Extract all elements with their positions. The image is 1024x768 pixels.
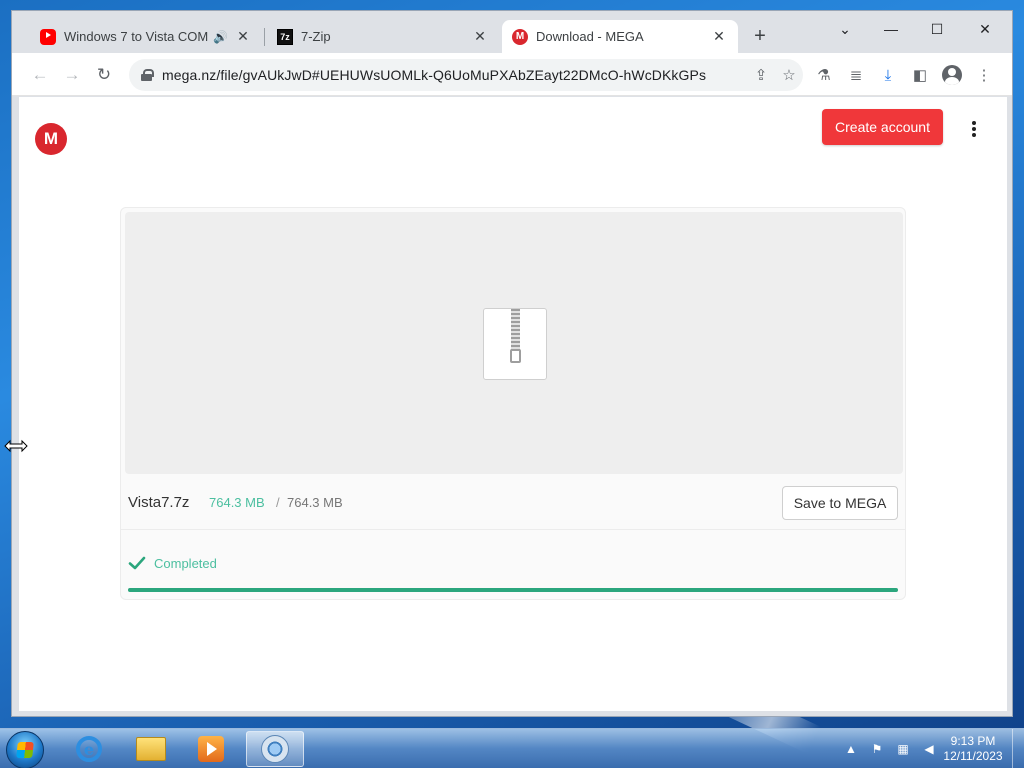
downloaded-size: 764.3 MB <box>209 495 265 510</box>
mega-icon: M <box>512 28 528 45</box>
tab-mega[interactable]: M Download - MEGA ✕ <box>502 20 738 53</box>
more-options-icon[interactable] <box>965 119 983 139</box>
tab-close-icon[interactable]: ✕ <box>471 28 489 46</box>
browser-window: Windows 7 to Vista COMPLETE 🔊 ✕ 7z 7-Zip… <box>11 10 1013 717</box>
windows-taskbar: e ▲ ⚑ ▦ ◀ 9:13 PM 12/11/2023 <box>0 728 1024 768</box>
download-icon[interactable]: ⤓ <box>876 63 900 87</box>
tab-close-icon[interactable]: ✕ <box>710 28 728 46</box>
maximize-button[interactable]: ☐ <box>914 15 960 43</box>
close-window-button[interactable]: ✕ <box>962 15 1008 43</box>
tab-title: 7-Zip <box>301 29 331 44</box>
taskbar-internet-explorer[interactable]: e <box>60 731 118 767</box>
clock-date: 12/11/2023 <box>943 749 1003 763</box>
media-controls-icon[interactable]: ≣ <box>844 63 868 87</box>
save-to-mega-button[interactable]: Save to MEGA <box>782 486 898 520</box>
total-size: 764.3 MB <box>287 495 343 510</box>
new-tab-button[interactable]: + <box>749 25 771 47</box>
chrome-icon <box>261 735 289 763</box>
show-desktop-button[interactable] <box>1012 729 1024 768</box>
address-bar[interactable]: mega.nz/file/gvAUkJwD#UEHUWsUOMLk-Q6UoMu… <box>129 59 803 91</box>
tab-close-icon[interactable]: ✕ <box>234 28 252 46</box>
system-tray: ▲ ⚑ ▦ ◀ <box>842 729 946 768</box>
speaker-icon[interactable]: 🔊 <box>213 30 228 44</box>
media-player-icon <box>198 736 224 762</box>
file-download-card: Vista7.7z 764.3 MB / 764.3 MB Save to ME… <box>120 207 906 600</box>
back-button[interactable]: ← <box>28 63 52 87</box>
forward-button[interactable]: → <box>60 63 84 87</box>
download-status: Completed <box>128 554 217 572</box>
download-progress-bar <box>128 588 898 592</box>
7zip-icon: 7z <box>277 28 293 45</box>
browser-toolbar: ← → ↻ mega.nz/file/gvAUkJwD#UEHUWsUOMLk-… <box>12 53 1012 96</box>
avatar-icon <box>942 65 962 85</box>
progress-fill <box>128 588 898 592</box>
profile-avatar[interactable] <box>940 63 964 87</box>
file-info-row: Vista7.7z 764.3 MB / 764.3 MB Save to ME… <box>121 475 905 530</box>
tab-youtube[interactable]: Windows 7 to Vista COMPLETE 🔊 ✕ <box>30 20 262 53</box>
tab-7zip[interactable]: 7z 7-Zip ✕ <box>267 20 499 53</box>
lock-icon[interactable] <box>141 69 154 81</box>
mega-page: M Create account Vista7.7z 764.3 MB / 76… <box>19 97 1007 711</box>
tab-title: Download - MEGA <box>536 29 644 44</box>
file-name: Vista7.7z <box>128 494 190 511</box>
tab-strip: Windows 7 to Vista COMPLETE 🔊 ✕ 7z 7-Zip… <box>12 11 1012 53</box>
taskbar-chrome[interactable] <box>246 731 304 767</box>
tray-chevron-icon[interactable]: ▲ <box>842 740 860 758</box>
extension-icon[interactable]: ⚗ <box>812 63 836 87</box>
clock-time: 9:13 PM <box>950 734 996 748</box>
minimize-button[interactable]: — <box>868 15 914 43</box>
taskbar-media-player[interactable] <box>182 731 240 767</box>
tab-separator <box>264 28 265 46</box>
internet-explorer-icon: e <box>76 736 102 762</box>
mega-logo[interactable]: M <box>35 123 67 155</box>
create-account-button[interactable]: Create account <box>822 109 943 145</box>
start-button[interactable] <box>6 731 44 768</box>
resize-cursor-icon <box>4 439 28 453</box>
url-text[interactable]: mega.nz/file/gvAUkJwD#UEHUWsUOMLk-Q6UoMu… <box>162 67 747 83</box>
size-separator: / <box>276 495 280 510</box>
folder-icon <box>136 737 166 761</box>
youtube-icon <box>40 28 56 45</box>
zip-file-icon <box>483 308 547 380</box>
reload-button[interactable]: ↻ <box>92 63 116 87</box>
file-preview <box>125 212 903 474</box>
browser-menu-icon[interactable]: ⋮ <box>972 63 996 87</box>
volume-muted-icon[interactable]: ◀ <box>920 740 938 758</box>
side-panel-icon[interactable]: ◧ <box>908 63 932 87</box>
tab-title: Windows 7 to Vista COMPLETE <box>64 29 209 44</box>
taskbar-file-explorer[interactable] <box>122 731 180 767</box>
tab-search-button[interactable]: ⌄ <box>822 15 868 43</box>
checkmark-icon <box>128 556 146 570</box>
status-text: Completed <box>154 555 217 571</box>
action-center-icon[interactable]: ⚑ <box>868 740 886 758</box>
system-clock[interactable]: 9:13 PM 12/11/2023 <box>938 734 1008 764</box>
share-icon[interactable]: ⇪ <box>747 61 775 89</box>
bookmark-star-icon[interactable]: ☆ <box>775 61 803 89</box>
network-icon[interactable]: ▦ <box>894 740 912 758</box>
